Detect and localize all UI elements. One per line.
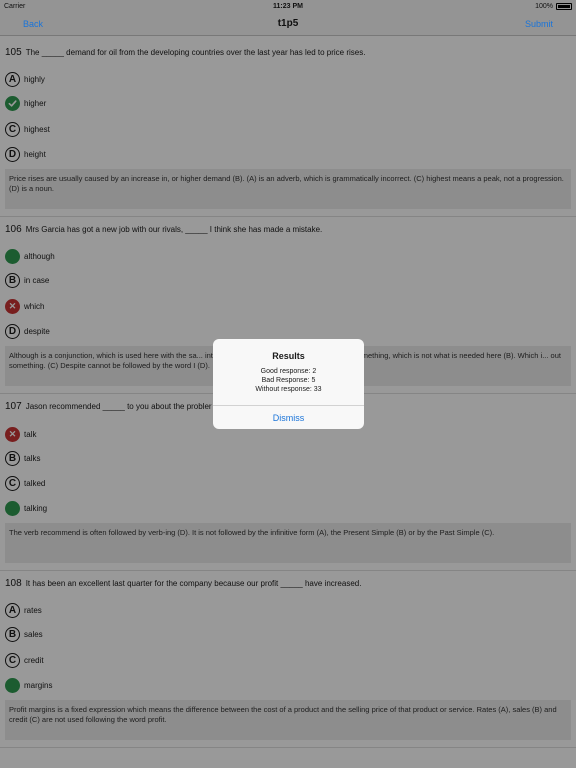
without-response-count: Without response: 33 (255, 386, 322, 394)
back-button[interactable]: Back (23, 19, 43, 29)
bad-response-count: Bad Response: 5 (261, 377, 316, 385)
dialog-title: Results (272, 351, 305, 361)
dialog-message: Good response: 2 Bad Response: 5 Without… (213, 367, 364, 394)
dismiss-button[interactable]: Dismiss (213, 405, 364, 429)
good-response-count: Good response: 2 (260, 368, 317, 375)
submit-button[interactable]: Submit (525, 19, 553, 29)
results-dialog: Results Good response: 2 Bad Response: 5… (213, 339, 364, 429)
